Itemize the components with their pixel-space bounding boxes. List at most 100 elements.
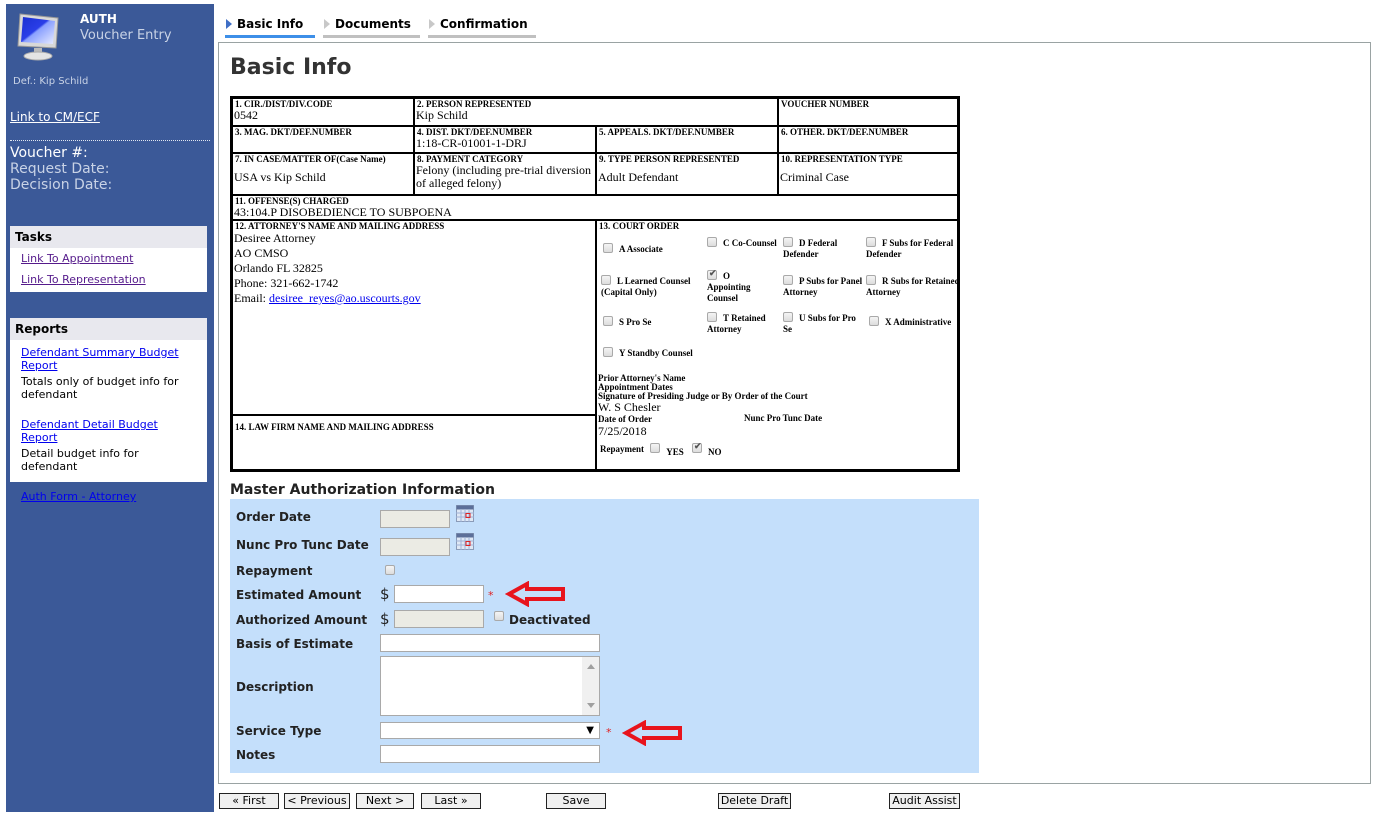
field-4-cell: 4. DIST. DKT/DEF.NUMBER 1:18-CR-01001-1-… [414,126,596,153]
order-date-input[interactable] [380,510,450,528]
link-to-representation[interactable]: Link To Representation [10,273,207,286]
service-type-select[interactable]: ▼ [380,722,600,739]
field-14-cell: 14. LAW FIRM NAME AND MAILING ADDRESS [232,415,596,470]
court-order-option-p[interactable]: P Subs for Panel Attorney [783,275,863,298]
checkbox[interactable] [783,312,793,322]
field-label: 7. IN CASE/MATTER OF(Case Name) [235,154,386,164]
reports-panel: Reports Defendant Summary Budget Report … [10,318,207,503]
field-label: 10. REPRESENTATION TYPE [781,154,903,164]
repayment-checkbox[interactable] [385,565,395,575]
tab-label: Basic Info [237,17,304,31]
checkbox[interactable] [869,316,879,326]
required-marker: * [488,589,494,602]
repayment-label: Repayment [236,564,313,578]
date-of-order-label: Date of Order [598,414,652,424]
field-6-cell: 6. OTHER. DKT/DEF.NUMBER [778,126,958,153]
tab-label: Confirmation [440,17,528,31]
field-11-cell: 11. OFFENSE(S) CHARGED 43:104.P DISOBEDI… [232,195,958,220]
basis-of-estimate-input[interactable] [380,634,600,652]
checkbox[interactable] [866,275,876,285]
last-button[interactable]: Last » [421,793,481,809]
checkbox[interactable] [601,275,611,285]
checkbox[interactable] [603,316,613,326]
option-label: P Subs for Panel Attorney [783,276,863,297]
required-marker: * [606,726,612,739]
repayment-no-checkbox[interactable] [692,441,703,453]
court-order-option-u[interactable]: U Subs for Pro Se [783,312,863,335]
scroll-up-icon[interactable] [587,664,595,669]
calendar-icon[interactable] [456,505,474,522]
court-order-option-t[interactable]: T Retained Attorney [707,312,777,335]
request-date-label: Request Date: [10,161,110,177]
report-description: Totals only of budget info for defendant [21,375,179,401]
textarea-scrollbar[interactable] [582,657,599,715]
field-value: USA vs Kip Schild [234,170,326,184]
option-label: U Subs for Pro Se [783,313,856,334]
nunc-pro-tunc-input[interactable] [380,538,450,556]
checkbox[interactable] [866,237,876,247]
field-label: 13. COURT ORDER [599,221,680,231]
checkbox[interactable] [783,237,793,247]
deactivated-checkbox[interactable] [494,611,504,621]
link-to-appointment[interactable]: Link To Appointment [10,252,207,265]
red-arrow-annotation [505,581,565,607]
field-value: Adult Defendant [598,170,679,184]
repayment-yes-label: YES [666,447,684,457]
field-value: Felony (including pre-trial diversion of… [416,163,591,190]
voucher-number-cell: VOUCHER NUMBER [778,98,958,126]
defendant-summary-budget-report-link[interactable]: Defendant Summary Budget Report [10,346,207,372]
tab-basic-info[interactable]: Basic Info [225,15,315,38]
notes-input[interactable] [380,745,600,763]
court-order-option-f[interactable]: F Subs for Federal Defender [866,237,957,260]
tab-confirmation[interactable]: Confirmation [428,15,536,38]
court-order-option-a[interactable]: A Associate [603,243,703,255]
court-order-option-o[interactable]: O Appointing Counsel [707,268,773,304]
calendar-icon[interactable] [456,533,474,550]
previous-button[interactable]: < Previous [284,793,350,809]
tasks-title: Tasks [10,226,207,248]
field-1-cell: 1. CIR./DIST/DIV.CODE 0542 [232,98,414,126]
scroll-down-icon[interactable] [587,703,595,708]
attorney-email-link[interactable]: desiree_reyes@ao.uscourts.gov [269,291,421,305]
field-label: 14. LAW FIRM NAME AND MAILING ADDRESS [235,422,434,432]
tab-documents[interactable]: Documents [323,15,420,38]
option-label: A Associate [619,244,663,254]
field-label: 5. APPEALS. DKT/DEF.NUMBER [599,127,735,137]
field-label: 2. PERSON REPRESENTED [417,99,532,109]
delete-draft-button[interactable]: Delete Draft [718,793,791,809]
court-order-option-c[interactable]: C Co-Counsel [707,237,777,249]
defendant-detail-budget-report-link[interactable]: Defendant Detail Budget Report [10,418,207,444]
decision-date-label: Decision Date: [10,177,113,193]
checkbox[interactable] [707,312,717,322]
checkbox[interactable] [603,347,613,357]
triangle-right-icon [324,19,330,29]
audit-assist-button[interactable]: Audit Assist [889,793,960,809]
field-value: 43:104.P DISOBEDIENCE TO SUBPOENA [234,205,452,219]
checkbox[interactable] [603,243,613,253]
authorized-amount-input[interactable] [394,610,484,628]
attorney-phone: Phone: 321-662-1742 [234,276,339,290]
next-button[interactable]: Next > [356,793,414,809]
court-order-option-x[interactable]: X Administrative [869,316,957,328]
page-title: Basic Info [230,55,352,80]
save-button[interactable]: Save [546,793,606,809]
court-order-option-d[interactable]: D Federal Defender [783,237,863,260]
checkbox[interactable] [707,237,717,247]
checkbox[interactable] [783,275,793,285]
field-9-cell: 9. TYPE PERSON REPRESENTED Adult Defenda… [596,153,778,195]
court-order-option-s[interactable]: S Pro Se [603,316,703,328]
auth-form-attorney-link[interactable]: Auth Form - Attorney [10,490,207,503]
field-label: 12. ATTORNEY'S NAME AND MAILING ADDRESS [235,221,445,231]
repayment-no-label: NO [708,447,722,457]
checkbox-checked[interactable] [707,268,717,280]
field-13-cell: 13. COURT ORDER A Associate C Co-Counsel… [596,220,958,470]
estimated-amount-input[interactable] [394,585,484,603]
repayment-yes-checkbox[interactable] [650,443,661,453]
cmecf-link[interactable]: Link to CM/ECF [10,110,100,124]
court-order-option-r[interactable]: R Subs for Retained Attorney [866,275,957,298]
field-5-cell: 5. APPEALS. DKT/DEF.NUMBER [596,126,778,153]
first-button[interactable]: « First [219,793,279,809]
court-order-option-l[interactable]: L Learned Counsel (Capital Only) [601,275,705,298]
description-textarea[interactable] [380,656,600,716]
court-order-option-y[interactable]: Y Standby Counsel [603,347,723,359]
